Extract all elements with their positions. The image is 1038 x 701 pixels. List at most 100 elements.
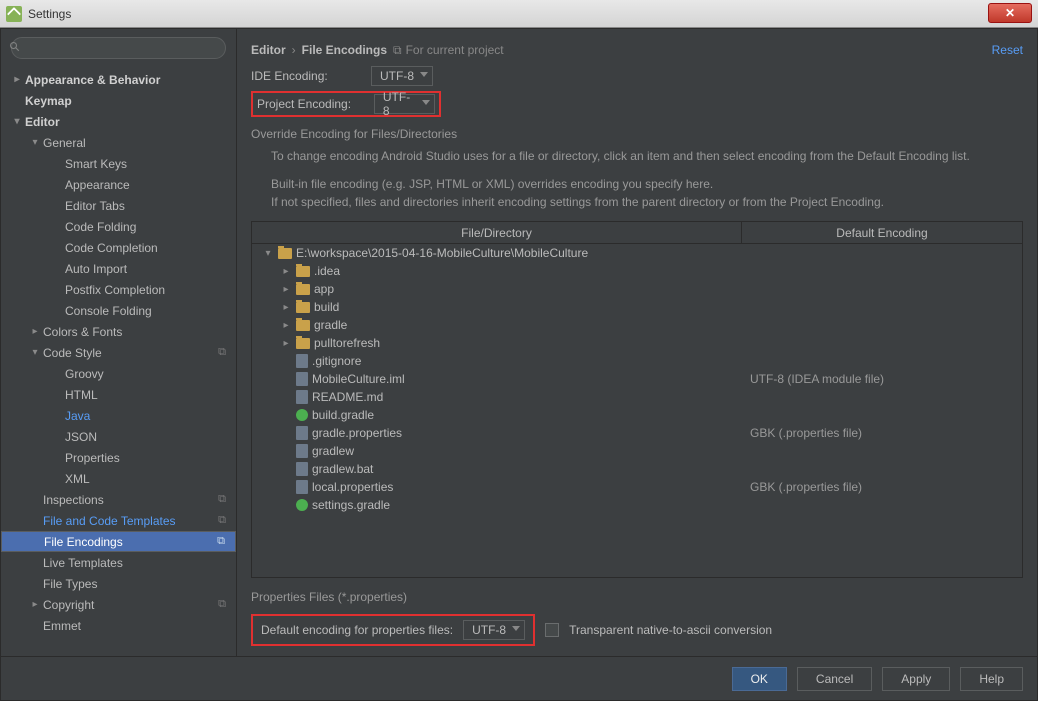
nav-code-folding[interactable]: Code Folding xyxy=(1,216,236,237)
file-name: pulltorefresh xyxy=(314,336,380,350)
expand-icon[interactable]: ▸ xyxy=(280,302,292,313)
nav-console-folding[interactable]: Console Folding xyxy=(1,300,236,321)
nav-properties[interactable]: Properties xyxy=(1,447,236,468)
nav-code-style[interactable]: ▾Code Style⧉ xyxy=(1,342,236,363)
ide-encoding-row: IDE Encoding: UTF-8 xyxy=(251,63,1023,89)
titlebar: Settings ✕ xyxy=(0,0,1038,28)
help-button[interactable]: Help xyxy=(960,667,1023,691)
search-input[interactable] xyxy=(11,37,226,59)
table-row[interactable]: .gitignore xyxy=(252,352,1022,370)
table-row[interactable]: README.md xyxy=(252,388,1022,406)
nav-general[interactable]: ▾General xyxy=(1,132,236,153)
file-icon xyxy=(296,462,308,476)
expand-icon[interactable]: ▸ xyxy=(280,338,292,349)
folder-icon xyxy=(296,338,310,349)
project-override-icon: ⧉ xyxy=(217,535,225,548)
nav-smart-keys[interactable]: Smart Keys xyxy=(1,153,236,174)
nav-appearance-sub[interactable]: Appearance xyxy=(1,174,236,195)
properties-encoding-highlight: Default encoding for properties files: U… xyxy=(251,614,535,646)
nav-json[interactable]: JSON xyxy=(1,426,236,447)
apply-button[interactable]: Apply xyxy=(882,667,950,691)
file-name: gradle xyxy=(314,318,347,332)
file-icon xyxy=(296,372,308,386)
app-logo-icon xyxy=(6,6,22,22)
col-default-encoding[interactable]: Default Encoding xyxy=(742,222,1022,243)
file-name: .gitignore xyxy=(312,354,361,368)
nav-auto-import[interactable]: Auto Import xyxy=(1,258,236,279)
table-row[interactable]: ▾ E:\workspace\2015-04-16-MobileCulture\M… xyxy=(252,244,1022,262)
nav-editor[interactable]: ▾Editor xyxy=(1,111,236,132)
nav-appearance-behavior[interactable]: ▸Appearance & Behavior xyxy=(1,69,236,90)
help-text-2: Built-in file encoding (e.g. JSP, HTML o… xyxy=(271,175,1023,193)
project-encoding-label: Project Encoding: xyxy=(257,97,374,111)
project-override-icon: ⧉ xyxy=(218,493,226,506)
search-icon xyxy=(9,41,21,53)
table-row[interactable]: settings.gradle xyxy=(252,496,1022,514)
nav-inspections[interactable]: Inspections⧉ xyxy=(1,489,236,510)
col-file-directory[interactable]: File/Directory xyxy=(252,222,742,243)
expand-icon[interactable]: ▸ xyxy=(280,266,292,277)
transparent-ascii-label: Transparent native-to-ascii conversion xyxy=(569,623,772,637)
file-name: build.gradle xyxy=(312,408,374,422)
expand-icon[interactable]: ▾ xyxy=(262,248,274,259)
nav-file-code-templates[interactable]: File and Code Templates⧉ xyxy=(1,510,236,531)
breadcrumb-editor[interactable]: Editor xyxy=(251,43,286,57)
expand-icon[interactable]: ▸ xyxy=(280,284,292,295)
nav-groovy[interactable]: Groovy xyxy=(1,363,236,384)
nav-code-completion[interactable]: Code Completion xyxy=(1,237,236,258)
close-button[interactable]: ✕ xyxy=(988,3,1032,23)
transparent-ascii-checkbox[interactable] xyxy=(545,623,559,637)
table-header: File/Directory Default Encoding xyxy=(252,222,1022,244)
for-current-project: ⧉For current project xyxy=(393,43,504,58)
nav-emmet[interactable]: Emmet xyxy=(1,615,236,636)
table-row[interactable]: gradle.propertiesGBK (.properties file) xyxy=(252,424,1022,442)
table-row[interactable]: ▸ app xyxy=(252,280,1022,298)
properties-row: Default encoding for properties files: U… xyxy=(251,610,1023,656)
settings-tree: ▸Appearance & Behavior Keymap ▾Editor ▾G… xyxy=(1,67,236,656)
reset-link[interactable]: Reset xyxy=(992,43,1023,57)
ide-encoding-label: IDE Encoding: xyxy=(251,69,371,83)
table-row[interactable]: ▸ pulltorefresh xyxy=(252,334,1022,352)
file-name: MobileCulture.iml xyxy=(312,372,405,386)
nav-file-types[interactable]: File Types xyxy=(1,573,236,594)
table-row[interactable]: ▸.idea xyxy=(252,262,1022,280)
file-name: app xyxy=(314,282,334,296)
ide-encoding-select[interactable]: UTF-8 xyxy=(371,66,433,86)
gradle-icon xyxy=(296,499,308,511)
help-text-1: To change encoding Android Studio uses f… xyxy=(271,147,1023,165)
file-icon xyxy=(296,426,308,440)
nav-file-encodings[interactable]: File Encodings⧉ xyxy=(1,531,236,552)
nav-xml[interactable]: XML xyxy=(1,468,236,489)
table-body[interactable]: ▾ E:\workspace\2015-04-16-MobileCulture\M… xyxy=(252,244,1022,577)
table-row[interactable]: local.propertiesGBK (.properties file) xyxy=(252,478,1022,496)
settings-sidebar: ▸Appearance & Behavior Keymap ▾Editor ▾G… xyxy=(1,29,237,656)
properties-encoding-label: Default encoding for properties files: xyxy=(261,623,453,637)
nav-editor-tabs[interactable]: Editor Tabs xyxy=(1,195,236,216)
folder-icon xyxy=(296,320,310,331)
project-encoding-select[interactable]: UTF-8 xyxy=(374,94,435,114)
nav-postfix-completion[interactable]: Postfix Completion xyxy=(1,279,236,300)
nav-copyright[interactable]: ▸Copyright⧉ xyxy=(1,594,236,615)
table-row[interactable]: gradlew.bat xyxy=(252,460,1022,478)
nav-html[interactable]: HTML xyxy=(1,384,236,405)
nav-keymap[interactable]: Keymap xyxy=(1,90,236,111)
file-encoding: GBK (.properties file) xyxy=(742,426,1022,440)
properties-encoding-select[interactable]: UTF-8 xyxy=(463,620,525,640)
file-name: gradlew xyxy=(312,444,354,458)
cancel-button[interactable]: Cancel xyxy=(797,667,872,691)
file-name: E:\workspace\2015-04-16-MobileCulture\Mo… xyxy=(296,246,588,260)
chevron-down-icon xyxy=(420,72,428,77)
nav-java[interactable]: Java xyxy=(1,405,236,426)
table-row[interactable]: gradlew xyxy=(252,442,1022,460)
table-row[interactable]: build.gradle xyxy=(252,406,1022,424)
nav-colors-fonts[interactable]: ▸Colors & Fonts xyxy=(1,321,236,342)
properties-section-title: Properties Files (*.properties) xyxy=(251,590,1023,604)
expand-icon[interactable]: ▸ xyxy=(280,320,292,331)
project-override-icon: ⧉ xyxy=(393,43,402,58)
table-row[interactable]: MobileCulture.imlUTF-8 (IDEA module file… xyxy=(252,370,1022,388)
project-override-icon: ⧉ xyxy=(218,514,226,527)
table-row[interactable]: ▸build xyxy=(252,298,1022,316)
table-row[interactable]: ▸ gradle xyxy=(252,316,1022,334)
ok-button[interactable]: OK xyxy=(732,667,787,691)
nav-live-templates[interactable]: Live Templates xyxy=(1,552,236,573)
